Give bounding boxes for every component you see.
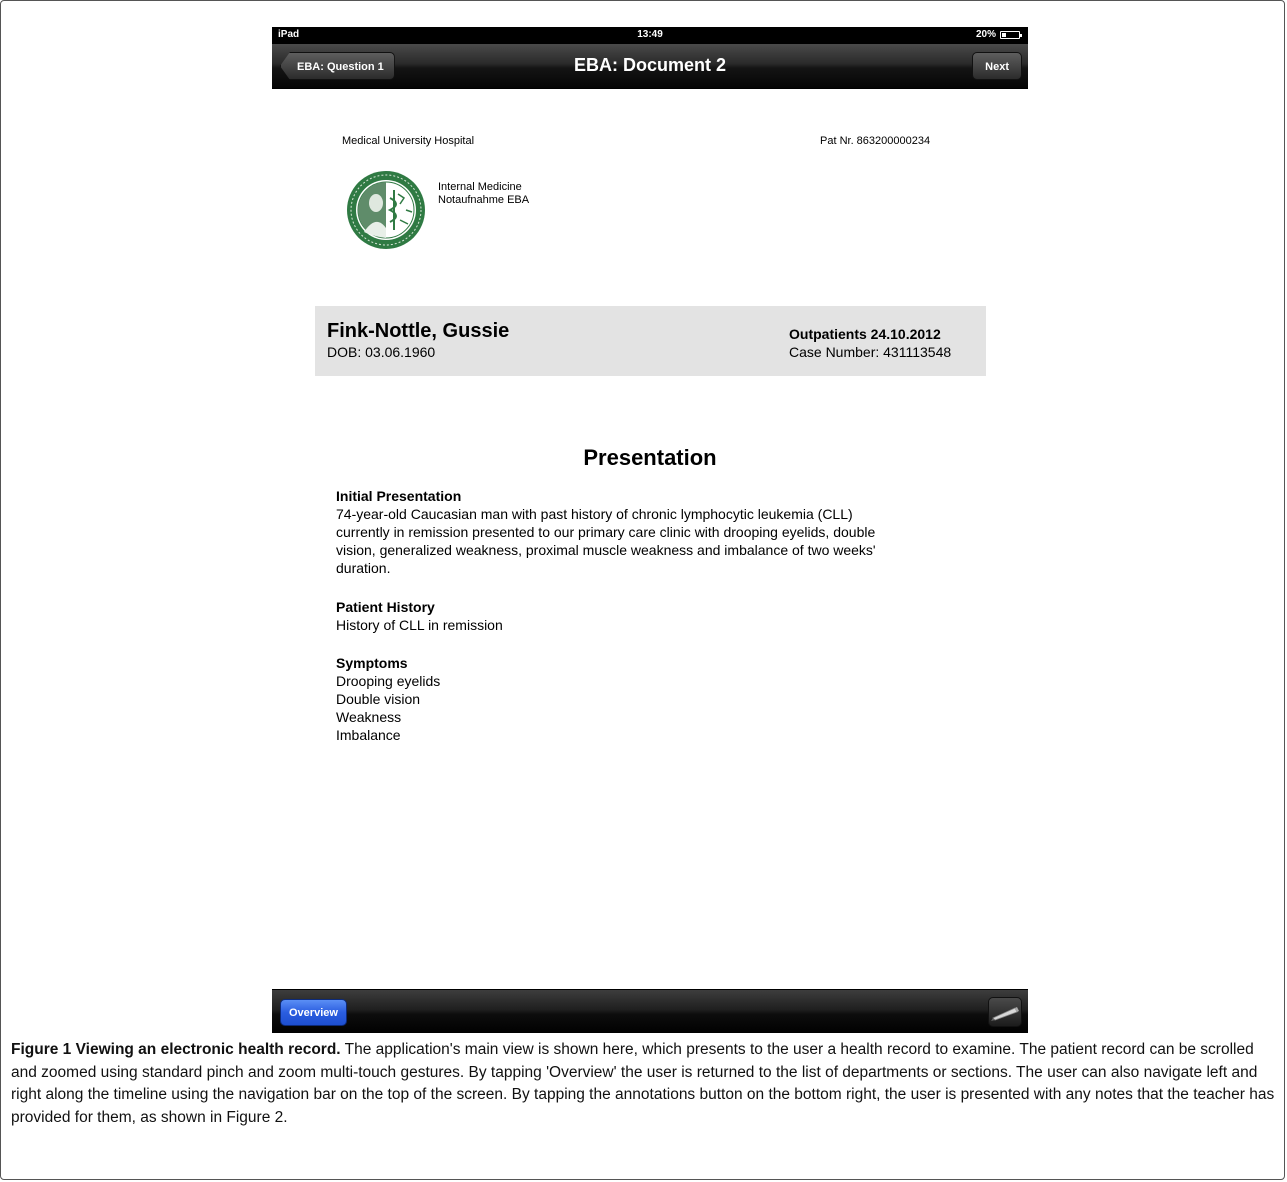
caption-label: Figure 1 Viewing an electronic health re…	[11, 1041, 341, 1058]
symptom-item: Double vision	[336, 691, 421, 707]
battery-indicator: 20%	[975, 29, 1022, 40]
symptom-item: Drooping eyelids	[336, 673, 441, 689]
patient-number: Pat Nr. 863200000234	[820, 135, 931, 147]
battery-icon	[1000, 30, 1022, 39]
overview-button[interactable]: Overview	[280, 999, 347, 1026]
section-patient-history: Patient History History of CLL in remiss…	[336, 598, 956, 634]
patient-header: Fink-Nottle, Gussie DOB: 03.06.1960 Outp…	[315, 306, 986, 376]
section-line: History of CLL in remission	[336, 617, 503, 633]
department: Internal Medicine Notaufnahme EBA	[438, 181, 529, 207]
figure-caption: Figure 1 Viewing an electronic health re…	[11, 1039, 1281, 1129]
department-line: Internal Medicine	[438, 181, 522, 193]
university-seal-logo	[347, 171, 425, 249]
nav-title: EBA: Document 2	[573, 55, 726, 75]
section-heading: Initial Presentation	[336, 488, 462, 504]
visit-info: Outpatients 24.10.2012	[789, 326, 941, 342]
bottom-toolbar: Overview	[272, 989, 1028, 1033]
section-initial-presentation: Initial Presentation 74-year-old Caucasi…	[336, 487, 956, 577]
symptom-item: Weakness	[336, 709, 402, 725]
health-record-document[interactable]: Medical University Hospital Pat Nr. 8632…	[272, 88, 1028, 988]
navigation-bar: EBA: Question 1 EBA: Document 2 Next	[272, 44, 1028, 89]
next-button[interactable]: Next	[972, 52, 1022, 80]
annotations-button[interactable]	[988, 997, 1022, 1027]
department-line: Notaufnahme EBA	[438, 194, 530, 206]
section-heading: Symptoms	[336, 655, 408, 671]
clock: 13:49	[637, 29, 663, 40]
battery-percent: 20%	[975, 29, 996, 40]
symptom-item: Imbalance	[336, 727, 401, 743]
section-line: 74-year-old Caucasian man with past hist…	[336, 506, 853, 522]
presentation-title: Presentation	[583, 445, 717, 470]
case-number: Case Number: 431113548	[789, 344, 952, 360]
section-symptoms: Symptoms Drooping eyelids Double vision …	[336, 654, 956, 744]
section-line: currently in remission presented to our …	[336, 524, 876, 540]
pencil-icon	[991, 1007, 1019, 1021]
patient-name: Fink-Nottle, Gussie	[327, 320, 510, 342]
section-line: duration.	[336, 560, 391, 576]
status-bar: iPad 13:49 20%	[272, 27, 1028, 44]
section-heading: Patient History	[336, 599, 435, 615]
ipad-screen: iPad 13:49 20% EBA: Question 1 EBA: Docu…	[272, 27, 1028, 1033]
hospital-name: Medical University Hospital	[342, 135, 475, 147]
patient-dob: DOB: 03.06.1960	[327, 344, 436, 360]
section-line: vision, generalized weakness, proximal m…	[336, 542, 876, 558]
